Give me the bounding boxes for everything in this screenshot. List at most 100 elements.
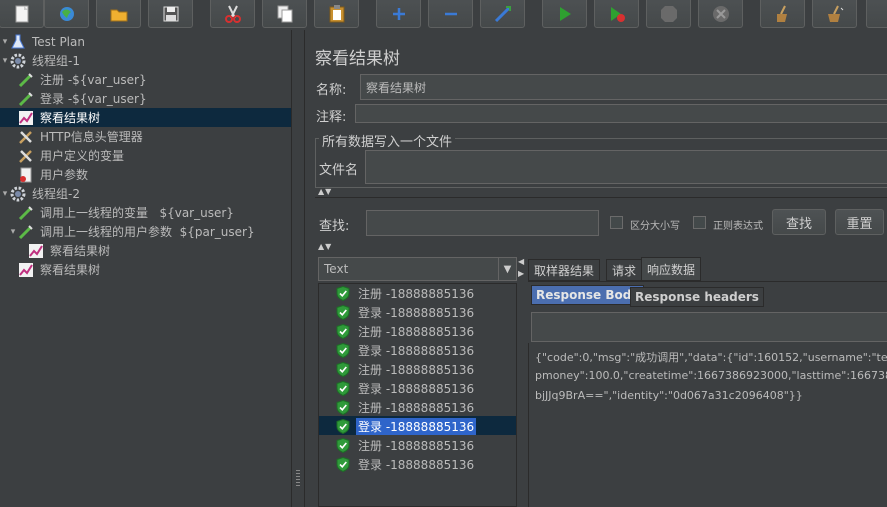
function-helper-button[interactable] [866,0,887,28]
stop-icon [660,6,677,22]
sample-results-list[interactable]: 注册 -18888885136 登录 -18888885136 注册 -188888… [318,283,517,507]
open-button[interactable] [96,0,141,28]
paste-button[interactable] [314,0,359,28]
tree-node-thread-group-2[interactable]: ▾ 线程组-2 [0,184,82,203]
collapse-icon [444,12,457,16]
start-no-pauses-button[interactable] [594,0,639,28]
find-button[interactable]: 查找 [772,209,826,235]
result-item[interactable]: 注册 -18888885136 [336,398,476,417]
shield-check-icon [336,286,350,301]
tree-node-http-header-manager[interactable]: HTTP信息头管理器 [18,127,145,146]
tree-label: 登录 -${var_user} [40,92,147,106]
tree-node-call-previous-param[interactable]: ▾ 调用上一线程的用户参数 ${par_user} [8,222,257,241]
open-icon [110,9,127,22]
renderer-select[interactable]: Text ▼ [318,257,517,281]
toggle-button[interactable] [480,0,525,28]
tree-label: HTTP信息头管理器 [40,130,143,144]
shutdown-icon [712,6,729,22]
collapse-arrow-icon[interactable]: ▾ [0,56,10,66]
arrow-left-icon[interactable]: ◀ [518,257,524,266]
save-button[interactable] [148,0,193,28]
collapse-arrow-icon[interactable]: ▾ [0,189,10,199]
collapse-button[interactable] [428,0,473,28]
pipette-icon [18,72,34,88]
result-item[interactable]: 注册 -18888885136 [336,360,476,379]
save-icon [163,6,178,22]
tab-request[interactable]: 请求 [606,259,643,281]
tree-label: 调用上一线程的用户参数 ${par_user} [40,225,255,239]
tree-label: 注册 -${var_user} [40,73,147,87]
tree-label: 用户参数 [40,168,89,182]
result-label: 登录 -18888885136 [358,458,475,472]
pipette-icon [18,224,34,240]
collapse-arrow-icon[interactable]: ▾ [0,37,10,47]
tab-sampler-result[interactable]: 取样器结果 [528,259,601,281]
expand-icon [392,8,405,20]
result-item[interactable]: 登录 -18888885136 [336,379,476,398]
chevron-down-icon[interactable]: ▼ [498,258,516,280]
start-button[interactable] [542,0,587,28]
tree-splitter[interactable] [291,30,304,507]
tree-node-user-parameters[interactable]: 用户参数 [18,165,90,184]
document-icon [18,167,34,183]
shield-check-icon [336,381,350,396]
gear-icon [10,53,26,69]
result-item[interactable]: 登录 -18888885136 [336,341,476,360]
tree-node-test-plan[interactable]: ▾ Test Plan [0,32,87,51]
tree-node-view-results-tree-2[interactable]: 察看结果树 [18,260,102,279]
splitter-grip[interactable] [296,470,300,486]
response-body-text[interactable]: {"code":0,"msg":"成功调用","data":{"id":1601… [528,343,887,507]
tab-response-headers[interactable]: Response headers [630,287,764,307]
copy-icon [277,5,292,23]
new-button[interactable] [0,0,44,28]
filename-label: 文件名 [319,163,359,178]
filename-field[interactable] [365,150,887,184]
tree-label: 用户定义的变量 [40,149,125,163]
tree-label: 察看结果树 [40,111,101,125]
response-search-field[interactable] [531,312,887,342]
response-line: {"code":0,"msg":"成功调用","data":{"id":1601… [535,351,887,364]
list-splitter[interactable]: ◀ ▶ [517,257,526,507]
regex-checkbox[interactable] [693,216,706,229]
stop-button[interactable] [646,0,691,28]
tree-node-register[interactable]: 注册 -${var_user} [18,70,149,89]
arrow-right-icon[interactable]: ▶ [518,269,524,278]
paste-icon [329,5,344,23]
result-item[interactable]: 登录 -18888885136 [336,455,476,474]
clear-button[interactable] [760,0,805,28]
tab-response-body[interactable]: Response Body [531,285,645,305]
shutdown-button[interactable] [698,0,743,28]
result-label: 登录 -18888885136 [358,344,475,358]
test-plan-tree: ▾ Test Plan ▾ 线程组-1 注册 -${var_user} 登录 -… [0,32,291,507]
copy-button[interactable] [262,0,307,28]
tree-node-login[interactable]: 登录 -${var_user} [18,89,149,108]
clear-all-button[interactable] [812,0,857,28]
shield-check-icon [336,343,350,358]
search-input[interactable] [366,210,599,236]
shield-check-icon [336,324,350,339]
tab-response-data[interactable]: 响应数据 [641,257,702,281]
case-sensitive-checkbox[interactable] [610,216,623,229]
wrench-icon [18,129,34,145]
expand-button[interactable] [376,0,421,28]
result-item[interactable]: 登录 -18888885136 [336,303,476,322]
regex-label: 正则表达式 [713,221,763,232]
collapse-arrow-icon[interactable]: ▾ [8,227,18,237]
result-item[interactable]: 注册 -18888885136 [336,436,476,455]
collapse-arrows-icon[interactable]: ▲▼ [318,242,332,251]
name-field[interactable]: 察看结果树 [360,74,887,100]
tree-node-thread-group-1[interactable]: ▾ 线程组-1 [0,51,82,70]
templates-button[interactable] [44,0,89,28]
tree-node-call-previous-var[interactable]: 调用上一线程的变量 ${var_user} [18,203,236,222]
result-item[interactable]: 注册 -18888885136 [336,322,476,341]
result-item[interactable]: 注册 -18888885136 [336,284,476,303]
reset-button[interactable]: 重置 [835,209,884,235]
graph-icon [18,262,34,278]
result-item[interactable]: 登录 -18888885136 [336,417,477,436]
tree-node-view-results-tree[interactable]: 察看结果树 [0,108,291,127]
collapse-arrows-icon[interactable]: ▲▼ [318,187,332,196]
comment-field[interactable] [355,104,887,123]
tree-node-view-results-tree-child[interactable]: 察看结果树 [28,241,112,260]
cut-button[interactable] [210,0,255,28]
tree-node-user-defined-variables[interactable]: 用户定义的变量 [18,146,126,165]
